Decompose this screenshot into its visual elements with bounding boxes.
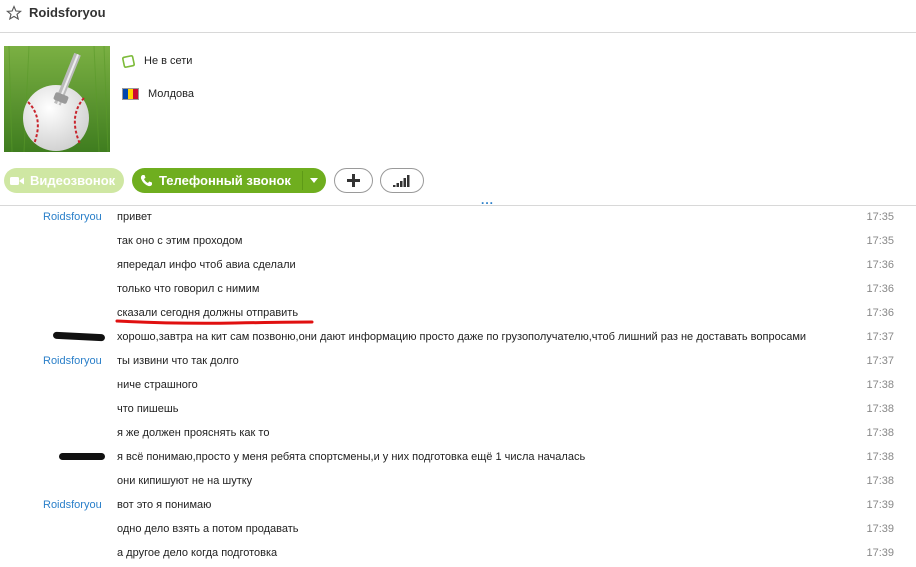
offline-status-icon bbox=[122, 54, 135, 68]
message-row: я же должен прояснять как то 17:38 bbox=[0, 421, 916, 445]
online-status: Не в сети bbox=[122, 52, 192, 70]
country-info: Молдова bbox=[122, 85, 194, 103]
message-row: только что говорил с нимим 17:36 bbox=[0, 277, 916, 301]
message-time: 17:37 bbox=[866, 355, 894, 367]
message-text: они кипишуют не на шутку bbox=[117, 475, 253, 487]
contact-name: Roidsforyou bbox=[29, 5, 106, 20]
message-text: ты извини что так долго bbox=[117, 355, 239, 367]
message-text: одно дело взять а потом продавать bbox=[117, 523, 299, 535]
message-text: вот это я понимаю bbox=[117, 499, 212, 511]
message-row: так оно с этим проходом 17:35 bbox=[0, 229, 916, 253]
message-time: 17:36 bbox=[866, 307, 894, 319]
message-time: 17:36 bbox=[866, 259, 894, 271]
message-time: 17:39 bbox=[866, 547, 894, 559]
conversation-header: Roidsforyou bbox=[0, 0, 916, 33]
signal-bars-icon bbox=[393, 174, 410, 187]
message-text: я же должен прояснять как то bbox=[117, 427, 270, 439]
message-text: хорошо,завтра на кит сам позвоню,они даю… bbox=[117, 331, 807, 343]
add-people-button[interactable] bbox=[334, 168, 373, 193]
message-row: Roidsforyou вот это я понимаю 17:39 bbox=[0, 493, 916, 517]
message-time: 17:38 bbox=[866, 379, 894, 391]
message-sender[interactable]: Roidsforyou bbox=[43, 499, 102, 511]
message-time: 17:39 bbox=[866, 523, 894, 535]
message-row: я всё понимаю,просто у меня ребята спорт… bbox=[0, 445, 916, 469]
message-text: так оно с этим проходом bbox=[117, 235, 243, 247]
plus-icon bbox=[347, 174, 360, 187]
redacted-sender-scribble bbox=[59, 453, 105, 460]
phone-call-button[interactable]: Телефонный звонок bbox=[132, 168, 326, 193]
message-time: 17:35 bbox=[866, 211, 894, 223]
message-time: 17:36 bbox=[866, 283, 894, 295]
phone-call-label: Телефонный звонок bbox=[159, 173, 291, 188]
message-time: 17:37 bbox=[866, 331, 894, 343]
message-text: а другое дело когда подготовка bbox=[117, 547, 278, 559]
redacted-sender-scribble bbox=[52, 331, 106, 342]
message-row: а другое дело когда подготовка 17:39 bbox=[0, 541, 916, 565]
message-row: япередал инфо чтоб авиа сделали 17:36 bbox=[0, 253, 916, 277]
more-ellipsis-icon[interactable]: ... bbox=[481, 194, 494, 206]
country-text: Молдова bbox=[148, 88, 194, 100]
message-text: что пишешь bbox=[117, 403, 179, 415]
chat-history: Roidsforyou привет 17:35 так оно с этим про… bbox=[0, 205, 916, 565]
message-time: 17:38 bbox=[866, 475, 894, 487]
chevron-down-icon[interactable] bbox=[310, 178, 318, 183]
message-text: привет bbox=[117, 211, 152, 223]
message-text: я всё понимаю,просто у меня ребята спорт… bbox=[117, 451, 586, 463]
message-time: 17:38 bbox=[866, 403, 894, 415]
moldova-flag-icon bbox=[122, 88, 139, 100]
status-text: Не в сети bbox=[144, 55, 193, 67]
phone-icon bbox=[140, 175, 152, 187]
message-row: сказали сегодня должны отправить 17:36 bbox=[0, 301, 916, 325]
message-row: что пишешь 17:38 bbox=[0, 397, 916, 421]
message-row: они кипишуют не на шутку 17:38 bbox=[0, 469, 916, 493]
message-sender[interactable]: Roidsforyou bbox=[43, 211, 102, 223]
message-row: Roidsforyou привет 17:35 bbox=[0, 205, 916, 229]
message-text: только что говорил с нимим bbox=[117, 283, 260, 295]
message-text: ниче страшного bbox=[117, 379, 198, 391]
video-call-label: Видеозвонок bbox=[30, 173, 116, 188]
message-time: 17:39 bbox=[866, 499, 894, 511]
message-sender[interactable]: Roidsforyou bbox=[43, 355, 102, 367]
video-camera-icon bbox=[10, 176, 24, 185]
avatar bbox=[4, 46, 110, 152]
message-time: 17:38 bbox=[866, 427, 894, 439]
message-time: 17:35 bbox=[866, 235, 894, 247]
message-time: 17:38 bbox=[866, 451, 894, 463]
phone-call-divider bbox=[302, 171, 303, 190]
favorite-star-icon[interactable] bbox=[6, 5, 22, 21]
message-row: ниче страшного 17:38 bbox=[0, 373, 916, 397]
message-row: одно дело взять а потом продавать 17:39 bbox=[0, 517, 916, 541]
call-quality-button[interactable] bbox=[380, 168, 424, 193]
message-row: хорошо,завтра на кит сам позвоню,они даю… bbox=[0, 325, 916, 349]
message-text: япередал инфо чтоб авиа сделали bbox=[117, 259, 296, 271]
message-row: Roidsforyou ты извини что так долго 17:37 bbox=[0, 349, 916, 373]
video-call-button[interactable]: Видеозвонок bbox=[4, 168, 124, 193]
